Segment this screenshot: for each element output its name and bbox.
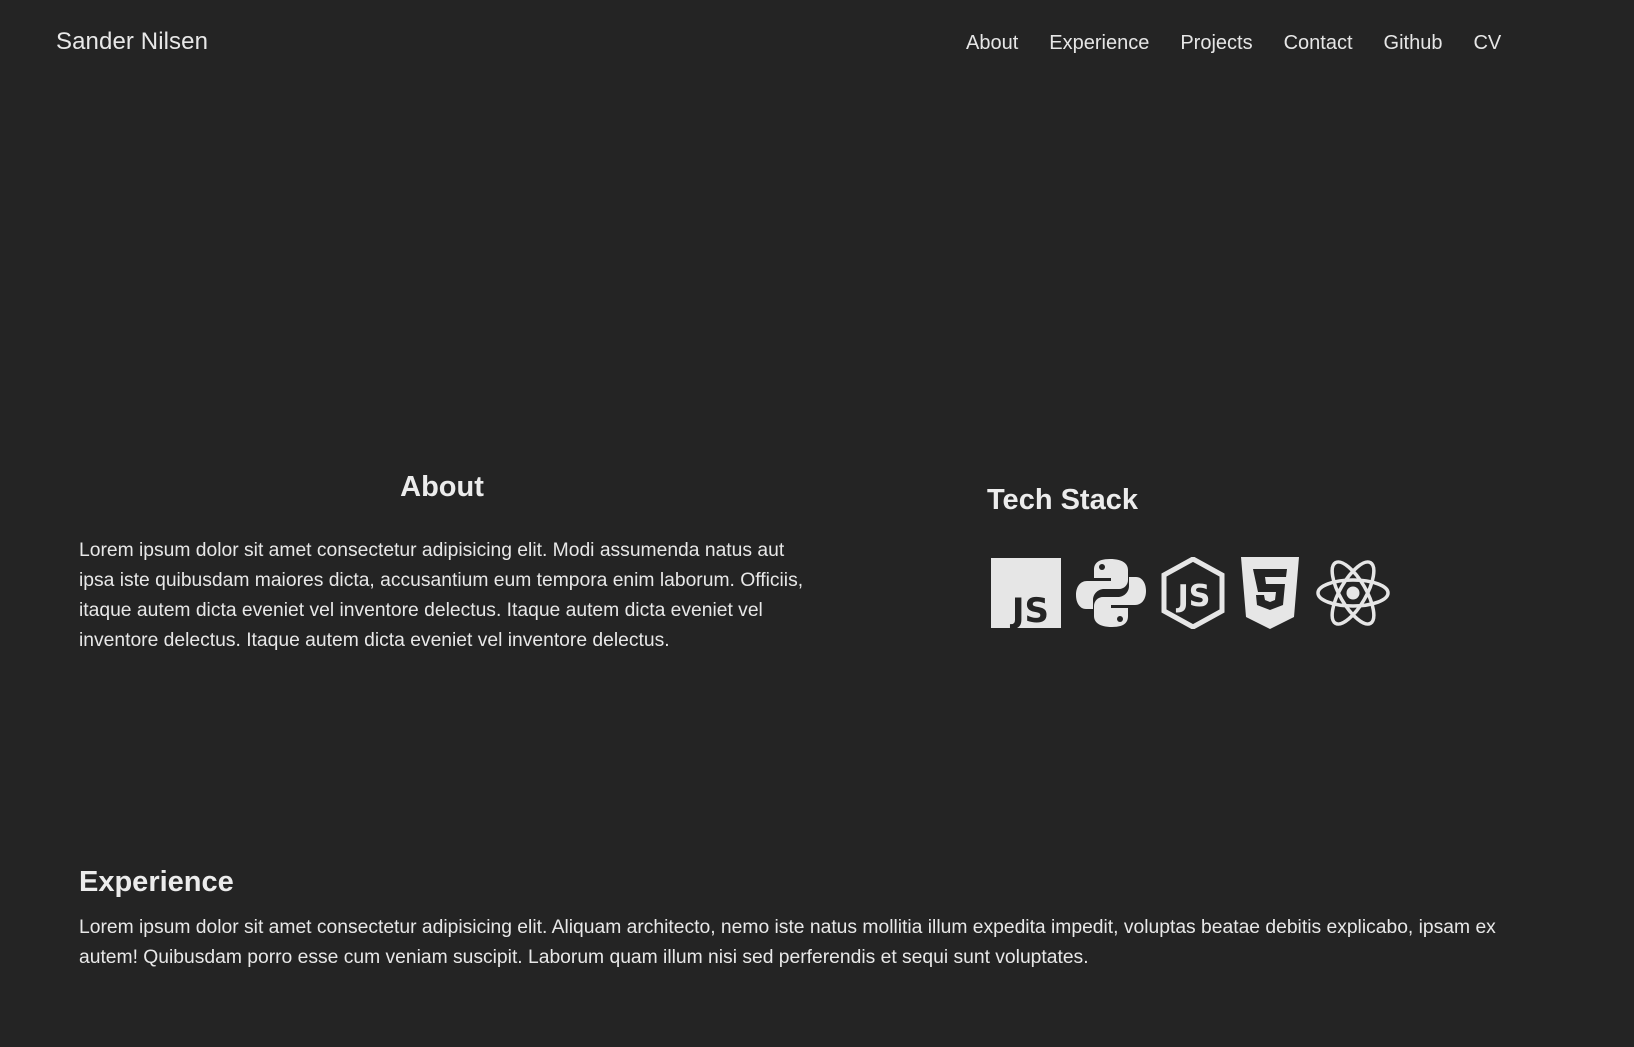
experience-section: Experience Lorem ipsum dolor sit amet co… — [79, 863, 1559, 973]
tech-stack-section: Tech Stack JS JS — [987, 481, 1390, 629]
nav-link-contact[interactable]: Contact — [1284, 32, 1353, 55]
page: Sander Nilsen About Experience Projects … — [0, 0, 1634, 1047]
about-section: About Lorem ipsum dolor sit amet consect… — [79, 468, 805, 656]
react-icon — [1315, 558, 1391, 628]
svg-text:JS: JS — [1010, 591, 1049, 628]
about-heading: About — [400, 471, 484, 503]
top-nav: About Experience Projects Contact Github… — [966, 32, 1501, 55]
experience-text: Lorem ipsum dolor sit amet consectetur a… — [79, 917, 1496, 968]
javascript-icon: JS — [991, 558, 1061, 628]
tech-stack-heading: Tech Stack — [987, 484, 1138, 516]
nav-link-github[interactable]: Github — [1384, 32, 1443, 55]
python-icon — [1075, 557, 1147, 629]
nav-link-experience[interactable]: Experience — [1049, 32, 1149, 55]
about-text: Lorem ipsum dolor sit amet consectetur a… — [79, 540, 804, 651]
experience-heading: Experience — [79, 866, 234, 898]
nodejs-icon: JS — [1161, 557, 1225, 629]
nav-link-projects[interactable]: Projects — [1180, 32, 1252, 55]
css3-icon — [1239, 557, 1301, 629]
brand-link[interactable]: Sander Nilsen — [56, 28, 208, 56]
nav-link-about[interactable]: About — [966, 32, 1018, 55]
svg-text:JS: JS — [1176, 579, 1211, 614]
nav-link-cv[interactable]: CV — [1473, 32, 1501, 55]
tech-icons: JS JS — [991, 557, 1405, 629]
